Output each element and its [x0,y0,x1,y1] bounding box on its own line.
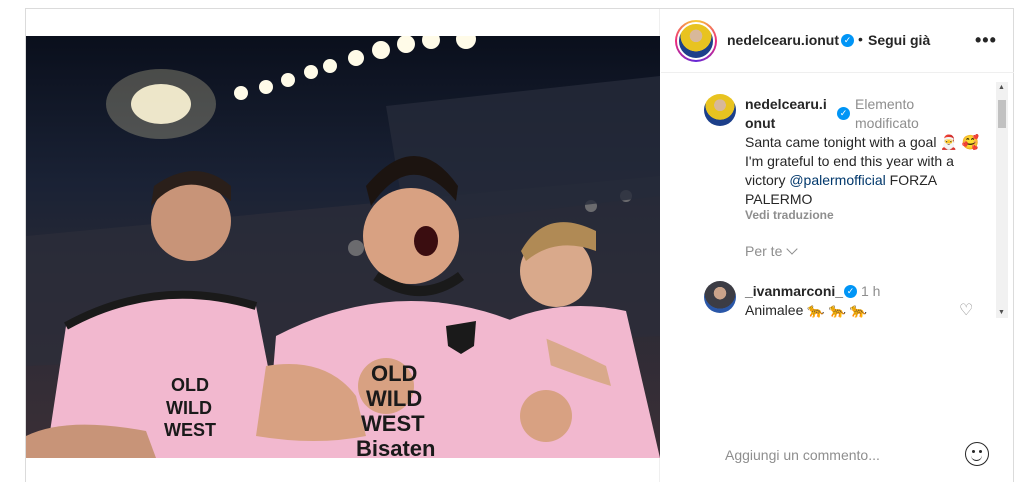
caption-verified-badge-icon: ✓ [837,107,850,120]
svg-text:OLD: OLD [171,375,209,395]
like-comment-heart-icon[interactable]: ♡ [959,300,973,320]
side-pane: nedelcearu.ionut ✓ • Segui già ••• nedel… [661,9,1014,482]
svg-text:OLD: OLD [371,361,417,386]
caption-mention-link[interactable]: @palermofficial [789,172,885,188]
comment-verified-badge-icon: ✓ [844,285,857,298]
caption-author-avatar[interactable] [704,94,736,126]
header-separator: • [858,31,863,47]
svg-text:WEST: WEST [164,420,216,440]
scroll-down-arrow-icon[interactable]: ▼ [998,309,1005,316]
post-header: nedelcearu.ionut ✓ • Segui già ••• [661,9,1014,73]
more-options-icon[interactable]: ••• [975,30,997,51]
comments-section[interactable]: nedelcearu.i onut ✓ Elemento modificato … [661,74,1014,324]
comment-filter-dropdown[interactable]: Per te [745,243,799,259]
comment-username[interactable]: _ivanmarconi_ [745,283,843,299]
scrollbar-thumb[interactable] [998,100,1006,128]
comment-text: Animalee 🐆 🐆 🐆 [745,302,868,318]
comment-filter-label: Per te [745,243,783,259]
add-comment-bar [661,430,1014,482]
comments-scrollbar[interactable]: ▲ ▼ [996,82,1008,318]
post-photo[interactable]: OLD WILD WEST Bisaten OLD WILD WEST [26,36,660,458]
see-translation-link[interactable]: Vedi traduzione [745,208,834,222]
following-button[interactable]: Segui già [868,32,930,48]
verified-badge-icon: ✓ [841,34,854,47]
photo-illustration: OLD WILD WEST Bisaten OLD WILD WEST [26,36,660,458]
svg-text:WEST: WEST [361,411,425,436]
chevron-down-icon [786,243,799,255]
caption-text: Santa came tonight with a goal 🎅 🥰 I'm g… [745,133,995,209]
svg-text:WILD: WILD [166,398,212,418]
comment-avatar[interactable] [704,281,736,313]
post-card: OLD WILD WEST Bisaten OLD WILD WEST nede… [25,8,1014,482]
svg-text:Bisaten: Bisaten [356,436,435,458]
media-pane: OLD WILD WEST Bisaten OLD WILD WEST [26,9,660,482]
comment-timestamp: 1 h [861,283,881,299]
author-avatar-image [677,22,715,60]
add-comment-input[interactable] [725,444,955,466]
caption-username[interactable]: nedelcearu.i onut [745,95,835,133]
author-avatar[interactable] [675,20,717,62]
svg-text:WILD: WILD [366,386,422,411]
author-username[interactable]: nedelcearu.ionut [727,32,839,48]
edited-label: Elemento modificato [855,96,919,131]
scroll-up-arrow-icon[interactable]: ▲ [998,84,1005,91]
emoji-smiley-icon[interactable] [965,442,989,466]
